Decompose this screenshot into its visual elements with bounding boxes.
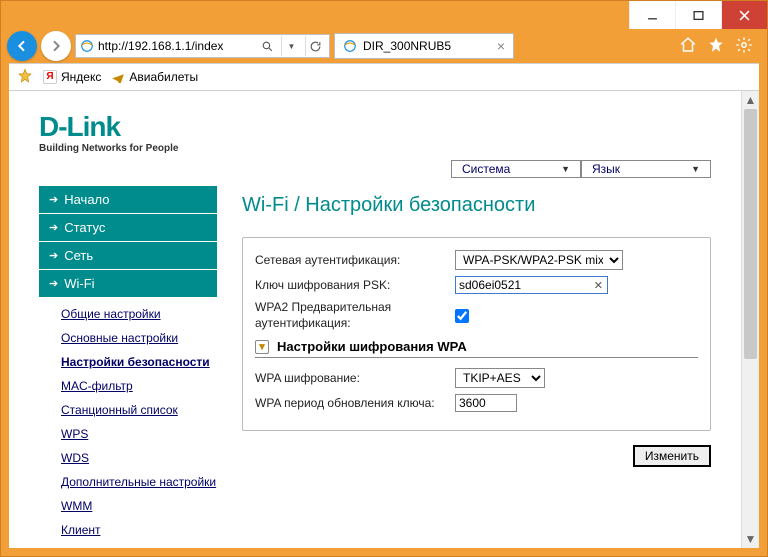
arrow-right-icon: ➔ — [49, 221, 58, 234]
section-title: Настройки шифрования WPA — [277, 339, 467, 354]
refresh-icon[interactable] — [305, 36, 325, 56]
sub-item-advanced[interactable]: Дополнительные настройки — [61, 470, 217, 494]
menu-language[interactable]: Язык▼ — [581, 160, 711, 178]
chevron-down-icon: ▼ — [561, 164, 570, 174]
auth-label: Сетевая аутентификация: — [255, 253, 455, 267]
sub-item-wds[interactable]: WDS — [61, 446, 217, 470]
browser-window: ▼ DIR_300NRUB5 × Я Яндекс Авиабилеты D-L… — [0, 0, 768, 557]
settings-panel: Сетевая аутентификация: WPA-PSK/WPA2-PSK… — [242, 237, 711, 431]
ie-icon — [343, 39, 357, 53]
plane-icon — [111, 69, 125, 86]
sidebar-item-network[interactable]: ➔Сеть — [39, 242, 217, 270]
clear-icon[interactable]: ✕ — [594, 279, 603, 292]
sub-item-wmm[interactable]: WMM — [61, 494, 217, 518]
bookmark-yandex[interactable]: Я Яндекс — [43, 70, 101, 84]
browser-tab[interactable]: DIR_300NRUB5 × — [334, 33, 514, 59]
chevron-down-icon: ▼ — [691, 164, 700, 174]
period-label: WPA период обновления ключа: — [255, 396, 455, 410]
sidebar-item-wifi[interactable]: ➔Wi-Fi — [39, 270, 217, 298]
main-content: Wi-Fi / Настройки безопасности Сетевая а… — [242, 186, 711, 546]
dropdown-icon[interactable]: ▼ — [281, 36, 301, 56]
sidebar-nav: ➔Начало ➔Статус ➔Сеть ➔Wi-Fi Общие настр… — [39, 186, 217, 546]
sub-item-general[interactable]: Общие настройки — [61, 302, 217, 326]
arrow-right-icon: ➔ — [49, 277, 58, 290]
bookmark-label: Авиабилеты — [129, 70, 198, 84]
yandex-icon: Я — [43, 70, 57, 84]
arrow-right-icon: ➔ — [49, 249, 58, 262]
sub-item-security[interactable]: Настройки безопасности — [61, 350, 217, 374]
collapse-icon[interactable]: ▾ — [255, 340, 269, 354]
brand-logo: D-Link Building Networks for People — [39, 111, 711, 154]
psk-input[interactable] — [459, 277, 589, 293]
address-bar[interactable]: ▼ — [75, 34, 330, 58]
menu-system[interactable]: Система▼ — [451, 160, 581, 178]
page-viewport: D-Link Building Networks for People Сист… — [9, 91, 759, 548]
scroll-thumb[interactable] — [744, 109, 757, 359]
brand-tagline: Building Networks for People — [39, 143, 711, 154]
close-button[interactable] — [721, 1, 767, 29]
period-input[interactable] — [455, 394, 517, 412]
encryption-select[interactable]: TKIP+AES — [455, 368, 545, 388]
scroll-up-icon[interactable]: ▲ — [742, 91, 759, 109]
sub-item-mac[interactable]: MAC-фильтр — [61, 374, 217, 398]
psk-input-wrap[interactable]: ✕ — [455, 276, 608, 294]
sub-item-wps[interactable]: WPS — [61, 422, 217, 446]
top-menu: Система▼ Язык▼ — [39, 160, 711, 178]
sub-item-basic[interactable]: Основные настройки — [61, 326, 217, 350]
maximize-button[interactable] — [675, 1, 721, 29]
sub-item-client[interactable]: Клиент — [61, 518, 217, 542]
vertical-scrollbar[interactable]: ▲ ▼ — [741, 91, 759, 548]
add-favorite-icon[interactable] — [17, 68, 33, 87]
psk-label: Ключ шифрования PSK: — [255, 278, 455, 292]
encryption-label: WPA шифрование: — [255, 371, 455, 385]
bookmark-avia[interactable]: Авиабилеты — [111, 69, 198, 86]
tab-title: DIR_300NRUB5 — [363, 39, 491, 53]
minimize-button[interactable] — [629, 1, 675, 29]
search-icon[interactable] — [257, 36, 277, 56]
arrow-right-icon: ➔ — [49, 193, 58, 206]
page-title: Wi-Fi / Настройки безопасности — [242, 194, 711, 217]
auth-select[interactable]: WPA-PSK/WPA2-PSK mixed — [455, 250, 623, 270]
preauth-label: WPA2 Предварительная аутентификация: — [255, 300, 455, 331]
favorites-icon[interactable] — [707, 36, 725, 57]
sidebar-item-status[interactable]: ➔Статус — [39, 214, 217, 242]
settings-icon[interactable] — [735, 36, 753, 57]
home-icon[interactable] — [679, 36, 697, 57]
bookmarks-bar: Я Яндекс Авиабилеты — [9, 63, 759, 91]
address-input[interactable] — [98, 39, 253, 53]
back-button[interactable] — [7, 31, 37, 61]
titlebar — [1, 1, 767, 29]
scroll-down-icon[interactable]: ▼ — [742, 530, 759, 548]
nav-toolbar: ▼ DIR_300NRUB5 × — [1, 29, 767, 63]
sub-item-stations[interactable]: Станционный список — [61, 398, 217, 422]
brand-name: D-Link — [39, 111, 711, 143]
apply-button[interactable]: Изменить — [633, 445, 711, 467]
wpa-section-header[interactable]: ▾ Настройки шифрования WPA — [255, 339, 698, 358]
ie-icon — [80, 39, 94, 53]
bookmark-label: Яндекс — [61, 70, 101, 84]
sidebar-item-start[interactable]: ➔Начало — [39, 186, 217, 214]
forward-button[interactable] — [41, 31, 71, 61]
preauth-checkbox[interactable] — [455, 309, 469, 323]
tab-close-icon[interactable]: × — [497, 38, 505, 54]
